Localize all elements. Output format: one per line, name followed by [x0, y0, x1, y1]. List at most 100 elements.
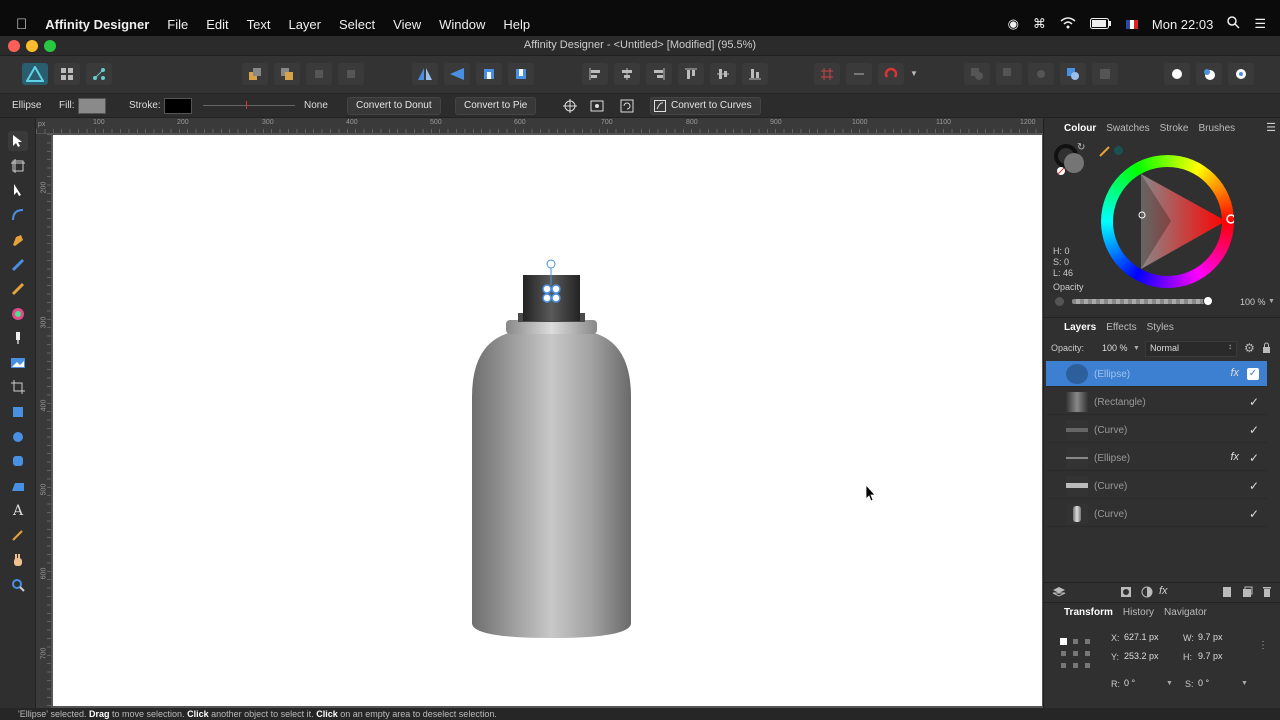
add-pixel-layer-icon[interactable] — [1222, 586, 1232, 601]
add-group-icon[interactable] — [1242, 586, 1253, 601]
tab-transform[interactable]: Transform — [1064, 607, 1113, 618]
menu-text[interactable]: Text — [247, 17, 271, 32]
app-menu[interactable]: Affinity Designer — [45, 17, 149, 32]
layer-visibility-checkbox[interactable]: ✓ — [1249, 451, 1259, 465]
hand-tool-icon[interactable] — [8, 550, 28, 570]
layer-lock-icon[interactable] — [1262, 342, 1271, 356]
menu-layer[interactable]: Layer — [288, 17, 321, 32]
canvas-area[interactable] — [52, 134, 1043, 708]
move-to-front-icon[interactable] — [338, 63, 364, 85]
layer-row-curve[interactable]: (Curve) ✓ — [1046, 501, 1267, 527]
picked-color-swatch[interactable] — [1114, 146, 1123, 155]
rotate-left-icon[interactable] — [476, 63, 502, 85]
menu-help[interactable]: Help — [503, 17, 530, 32]
tab-colour[interactable]: Colour — [1064, 123, 1096, 134]
spotlight-icon[interactable] — [1227, 16, 1240, 32]
artboard-tool-icon[interactable] — [8, 156, 28, 176]
shear-dropdown-icon[interactable]: ▼ — [1241, 680, 1248, 687]
stroke-width-handle[interactable] — [246, 101, 247, 109]
height-field[interactable]: 9.7 px — [1194, 650, 1248, 664]
battery-icon[interactable] — [1089, 17, 1112, 32]
y-field[interactable]: 253.2 px — [1120, 650, 1174, 664]
colour-wheel[interactable] — [1101, 155, 1234, 288]
apple-icon[interactable]:  — [16, 16, 27, 33]
width-field[interactable]: 9.7 px — [1194, 631, 1248, 645]
color-picker-tool-icon[interactable] — [8, 525, 28, 545]
x-field[interactable]: 627.1 px — [1120, 631, 1174, 645]
mask-icon[interactable] — [1120, 586, 1132, 601]
layer-row-rectangle[interactable]: (Rectangle) ✓ — [1046, 389, 1267, 415]
node-tool-icon[interactable] — [8, 180, 28, 200]
layer-visibility-checkbox[interactable]: ✓ — [1249, 507, 1259, 521]
menu-select[interactable]: Select — [339, 17, 375, 32]
adjustment-icon[interactable] — [1141, 586, 1153, 601]
convert-to-pie-button[interactable]: Convert to Pie — [455, 97, 537, 115]
delete-layer-icon[interactable] — [1262, 586, 1272, 601]
snapping-magnet-icon[interactable] — [878, 63, 904, 85]
clock[interactable]: Mon 22:03 — [1152, 17, 1213, 32]
transparency-tool-icon[interactable] — [8, 328, 28, 348]
tab-stroke[interactable]: Stroke — [1160, 123, 1189, 134]
opacity-slider-handle[interactable] — [1203, 296, 1213, 306]
align-right-icon[interactable] — [646, 63, 672, 85]
designer-persona-icon[interactable] — [22, 63, 48, 85]
fill-tool-icon[interactable] — [8, 304, 28, 324]
tab-brushes[interactable]: Brushes — [1198, 123, 1235, 134]
layer-fx-icon[interactable]: fx — [1230, 367, 1239, 379]
layers-stack-icon[interactable] — [1052, 586, 1066, 601]
convert-to-curves-button[interactable]: Convert to Curves — [650, 97, 761, 115]
boolean-add-icon[interactable] — [964, 63, 990, 85]
stroke-width-slider[interactable] — [203, 105, 295, 106]
align-middle-icon[interactable] — [710, 63, 736, 85]
rotate-right-icon[interactable] — [508, 63, 534, 85]
pencil-tool-icon[interactable] — [8, 255, 28, 275]
align-left-icon[interactable] — [582, 63, 608, 85]
fx-icon[interactable]: fx — [1159, 585, 1168, 597]
blend-mode-select[interactable]: Normal — [1145, 341, 1237, 357]
snapping-dropdown-icon[interactable]: ▼ — [910, 63, 918, 85]
artboard[interactable] — [53, 135, 1042, 706]
boolean-intersect-icon[interactable] — [1028, 63, 1054, 85]
move-tool-icon[interactable] — [8, 131, 28, 151]
snapping-icon[interactable] — [846, 63, 872, 85]
export-persona-icon[interactable] — [86, 63, 112, 85]
move-to-back-icon[interactable] — [242, 63, 268, 85]
menu-list-icon[interactable]: ☰ — [1254, 16, 1266, 32]
boolean-divide-icon[interactable] — [1092, 63, 1118, 85]
text-tool-icon[interactable]: A — [8, 501, 28, 521]
move-back-icon[interactable] — [274, 63, 300, 85]
tab-effects[interactable]: Effects — [1106, 322, 1136, 333]
opacity-dropdown-icon[interactable]: ▼ — [1268, 298, 1275, 305]
tab-swatches[interactable]: Swatches — [1106, 123, 1149, 134]
blend-dropdown-icon[interactable]: ↕ — [1228, 342, 1232, 351]
panel-menu-icon[interactable]: ☰ — [1266, 121, 1276, 134]
tab-styles[interactable]: Styles — [1147, 322, 1174, 333]
layer-opacity-dropdown-icon[interactable]: ▼ — [1133, 345, 1140, 352]
menu-window[interactable]: Window — [439, 17, 485, 32]
fill-swatch[interactable] — [78, 98, 106, 114]
tab-history[interactable]: History — [1123, 607, 1154, 618]
flag-icon[interactable] — [1125, 19, 1138, 29]
ellipse-tool-icon[interactable] — [8, 427, 28, 447]
rotation-dropdown-icon[interactable]: ▼ — [1166, 680, 1173, 687]
insert-top-icon[interactable] — [1228, 63, 1254, 85]
anchor-point-selector[interactable] — [1058, 636, 1094, 672]
insert-behind-icon[interactable] — [1196, 63, 1222, 85]
shear-field[interactable]: 0 ° — [1194, 677, 1246, 691]
pixel-persona-icon[interactable] — [54, 63, 80, 85]
layer-fx-icon[interactable]: fx — [1230, 451, 1239, 463]
layer-settings-icon[interactable]: ⚙ — [1244, 341, 1255, 355]
convert-to-donut-button[interactable]: Convert to Donut — [347, 97, 441, 115]
menu-view[interactable]: View — [393, 17, 421, 32]
boolean-xor-icon[interactable] — [1060, 63, 1086, 85]
flip-vertical-icon[interactable] — [444, 63, 470, 85]
align-center-icon[interactable] — [614, 63, 640, 85]
transform-origin-icon[interactable] — [563, 99, 577, 116]
pen-tool-icon[interactable] — [8, 230, 28, 250]
layer-row-curve[interactable]: (Curve) ✓ — [1046, 417, 1267, 443]
stroke-swatch[interactable] — [164, 98, 192, 114]
layer-visibility-checkbox[interactable]: ✓ — [1249, 395, 1259, 409]
layer-visibility-checkbox[interactable]: ✓ — [1247, 368, 1259, 380]
align-bottom-icon[interactable] — [742, 63, 768, 85]
move-forward-icon[interactable] — [306, 63, 332, 85]
